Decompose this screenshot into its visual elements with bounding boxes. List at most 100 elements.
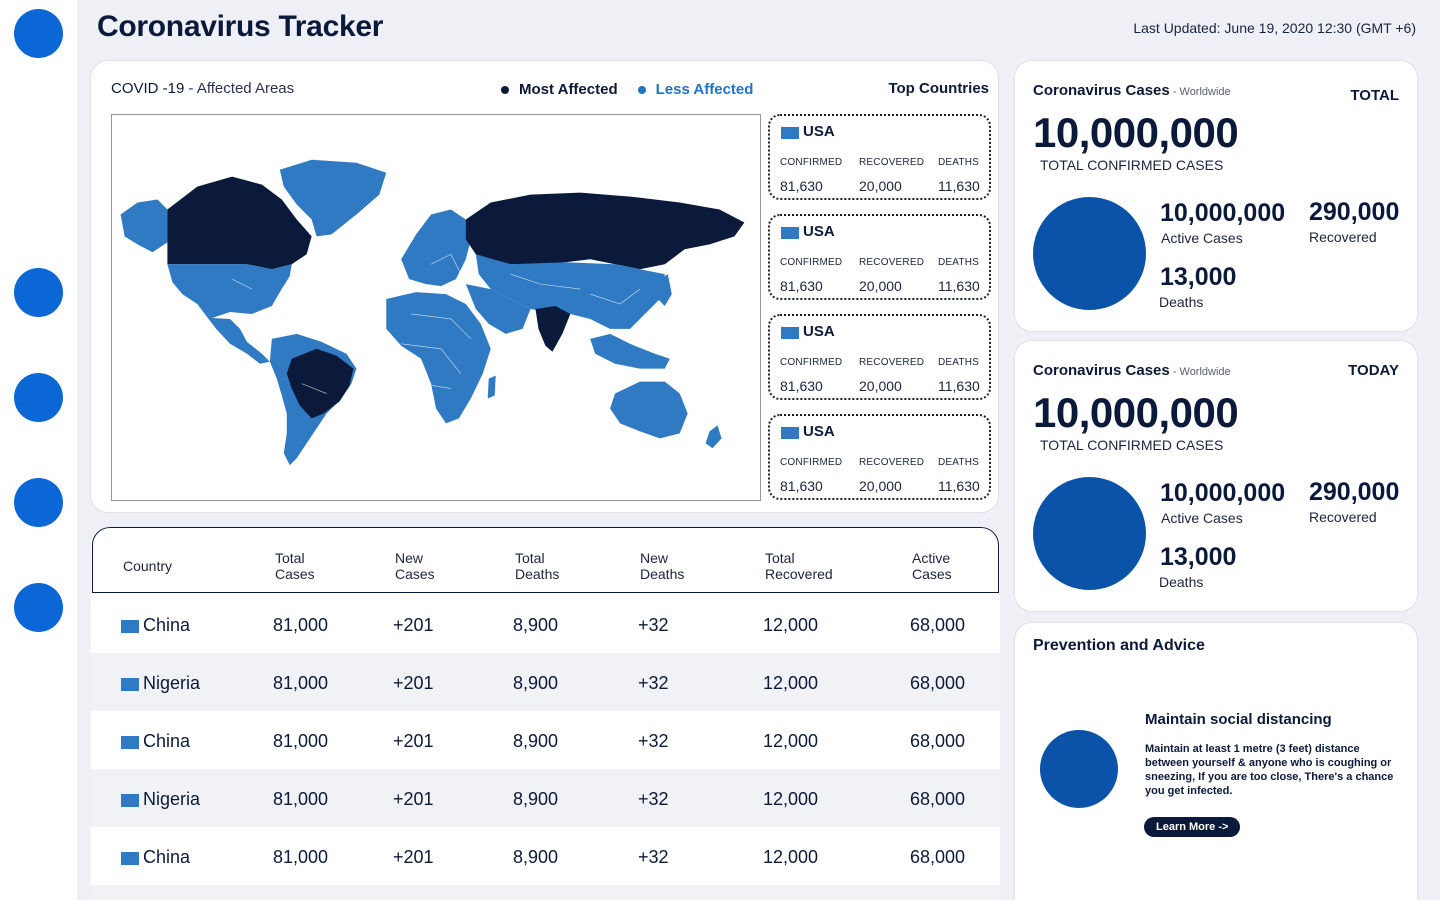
table-row[interactable]: China 81,000 +201 8,900 +32 12,000 68,00… bbox=[91, 827, 1000, 885]
map-region-usa bbox=[167, 264, 292, 318]
last-updated: Last Updated: June 19, 2020 12:30 (GMT +… bbox=[1133, 20, 1416, 36]
nav-item-3-icon[interactable] bbox=[14, 478, 63, 527]
legend-most-affected: Most Affected bbox=[501, 81, 618, 98]
flag-icon bbox=[781, 327, 799, 339]
active-cases-value: 10,000,000 bbox=[1160, 479, 1286, 507]
stats-badge: TODAY bbox=[1348, 362, 1399, 379]
cell-total-deaths: 8,900 bbox=[513, 615, 559, 635]
cell-total-recovered: 12,000 bbox=[763, 731, 819, 751]
learn-more-button[interactable]: Learn More -> bbox=[1144, 817, 1241, 837]
recovered-value: 20,000 bbox=[859, 378, 902, 394]
cell-country: Nigeria bbox=[143, 789, 201, 809]
stats-chart-icon bbox=[1033, 197, 1146, 310]
nav-item-2-icon[interactable] bbox=[14, 373, 63, 422]
th-total-recovered[interactable]: Total Recovered bbox=[765, 550, 833, 582]
active-cases-value: 10,000,000 bbox=[1160, 199, 1286, 227]
map-region-russia bbox=[465, 192, 745, 270]
most-affected-dot-icon bbox=[501, 85, 509, 94]
cell-active-cases: 68,000 bbox=[910, 847, 966, 867]
cell-active-cases: 68,000 bbox=[910, 731, 966, 751]
confirmed-value: 81,630 bbox=[780, 478, 823, 494]
cell-new-deaths: +32 bbox=[638, 731, 669, 751]
world-map-graphic bbox=[120, 159, 745, 466]
advice-body: Maintain at least 1 metre (3 feet) dista… bbox=[1145, 743, 1394, 797]
flag-icon bbox=[121, 852, 139, 865]
recovered-label: Recovered bbox=[1309, 509, 1377, 525]
nav-item-4-icon[interactable] bbox=[14, 583, 63, 632]
top-country-card[interactable]: USA CONFIRMED RECOVERED DEATHS 81,630 20… bbox=[768, 114, 991, 200]
cell-new-deaths: +32 bbox=[638, 847, 669, 867]
map-card-title: COVID -19 - Affected Areas bbox=[111, 80, 294, 97]
map-region-europe bbox=[401, 209, 471, 287]
prevention-advice-card: Prevention and Advice Maintain social di… bbox=[1014, 622, 1418, 900]
stats-title: Coronavirus Cases - Worldwide bbox=[1033, 82, 1231, 99]
cell-new-cases: +201 bbox=[393, 673, 434, 693]
table-header: Country Total Cases New Cases Total Deaths … bbox=[92, 527, 999, 593]
map-region-australia bbox=[610, 381, 688, 439]
world-map[interactable] bbox=[111, 114, 761, 501]
affected-areas-card: COVID -19 - Affected Areas Most Affected… bbox=[90, 60, 999, 513]
table-row[interactable]: Nigeria 81,000 +201 8,900 +32 12,000 68,… bbox=[91, 653, 1000, 711]
less-affected-dot-icon bbox=[637, 85, 646, 94]
deaths-value: 11,630 bbox=[938, 278, 980, 294]
cell-new-cases: +201 bbox=[393, 731, 434, 751]
confirmed-label: CONFIRMED bbox=[780, 357, 843, 368]
nav-item-1-icon[interactable] bbox=[14, 268, 63, 317]
country-name: USA bbox=[803, 123, 835, 140]
recovered-value: 20,000 bbox=[859, 278, 902, 294]
recovered-value: 290,000 bbox=[1309, 478, 1400, 506]
deaths-label: DEATHS bbox=[938, 157, 980, 168]
map-region-southeast-asia bbox=[590, 333, 670, 369]
nav-logo-icon[interactable] bbox=[14, 9, 63, 58]
table-row[interactable] bbox=[91, 885, 1000, 900]
total-confirmed-label: TOTAL CONFIRMED CASES bbox=[1040, 157, 1224, 173]
cell-country: Nigeria bbox=[143, 673, 201, 693]
recovered-label: RECOVERED bbox=[859, 457, 925, 468]
legend-less-label: Less Affected bbox=[655, 81, 754, 98]
top-country-card[interactable]: USA CONFIRMED RECOVERED DEATHS 81,630 20… bbox=[768, 414, 991, 500]
th-country[interactable]: Country bbox=[123, 558, 172, 574]
top-country-card[interactable]: USA CONFIRMED RECOVERED DEATHS 81,630 20… bbox=[768, 314, 991, 400]
flag-icon bbox=[781, 427, 799, 439]
flag-icon bbox=[781, 127, 799, 139]
cell-total-deaths: 8,900 bbox=[513, 673, 559, 693]
cell-total-cases: 81,000 bbox=[273, 615, 329, 635]
page-title: Coronavirus Tracker bbox=[97, 10, 384, 43]
flag-icon bbox=[121, 620, 139, 633]
advice-illustration-icon bbox=[1040, 730, 1118, 808]
table-row[interactable]: Nigeria 81,000 +201 8,900 +32 12,000 68,… bbox=[91, 769, 1000, 827]
top-country-card[interactable]: USA CONFIRMED RECOVERED DEATHS 81,630 20… bbox=[768, 214, 991, 300]
table-row[interactable]: China 81,000 +201 8,900 +32 12,000 68,00… bbox=[91, 711, 1000, 769]
th-active-cases[interactable]: Active Cases bbox=[912, 550, 952, 582]
confirmed-value: 81,630 bbox=[780, 378, 823, 394]
map-region-africa bbox=[386, 292, 491, 424]
cell-total-deaths: 8,900 bbox=[513, 847, 559, 867]
advice-title: Prevention and Advice bbox=[1033, 637, 1205, 654]
table-row[interactable]: China 81,000 +201 8,900 +32 12,000 68,00… bbox=[91, 595, 1000, 653]
recovered-label: Recovered bbox=[1309, 229, 1377, 245]
confirmed-value: 81,630 bbox=[780, 278, 823, 294]
th-total-deaths[interactable]: Total Deaths bbox=[515, 550, 559, 582]
country-stats-table: Country Total Cases New Cases Total Deaths … bbox=[91, 527, 1000, 900]
cell-total-cases: 81,000 bbox=[273, 847, 329, 867]
stats-card-total: Coronavirus Cases - Worldwide TOTAL 10,0… bbox=[1014, 60, 1418, 332]
cell-total-deaths: 8,900 bbox=[513, 731, 559, 751]
th-new-deaths[interactable]: New Deaths bbox=[640, 550, 684, 582]
total-confirmed-label: TOTAL CONFIRMED CASES bbox=[1040, 437, 1224, 453]
cell-total-cases: 81,000 bbox=[273, 731, 329, 751]
cell-new-deaths: +32 bbox=[638, 673, 669, 693]
stats-badge: TOTAL bbox=[1350, 87, 1399, 104]
country-name: USA bbox=[803, 323, 835, 340]
stats-card-today: Coronavirus Cases - Worldwide TODAY 10,0… bbox=[1014, 340, 1418, 612]
map-title-main: COVID -19 bbox=[111, 80, 185, 97]
map-legend: Most Affected Less Affected bbox=[501, 81, 753, 98]
cell-total-cases: 81,000 bbox=[273, 789, 329, 809]
recovered-value: 20,000 bbox=[859, 178, 902, 194]
deaths-label: Deaths bbox=[1159, 574, 1204, 590]
deaths-label: DEATHS bbox=[938, 357, 980, 368]
recovered-value: 290,000 bbox=[1309, 198, 1400, 226]
confirmed-label: CONFIRMED bbox=[780, 457, 843, 468]
th-total-cases[interactable]: Total Cases bbox=[275, 550, 315, 582]
recovered-label: RECOVERED bbox=[859, 157, 925, 168]
th-new-cases[interactable]: New Cases bbox=[395, 550, 435, 582]
